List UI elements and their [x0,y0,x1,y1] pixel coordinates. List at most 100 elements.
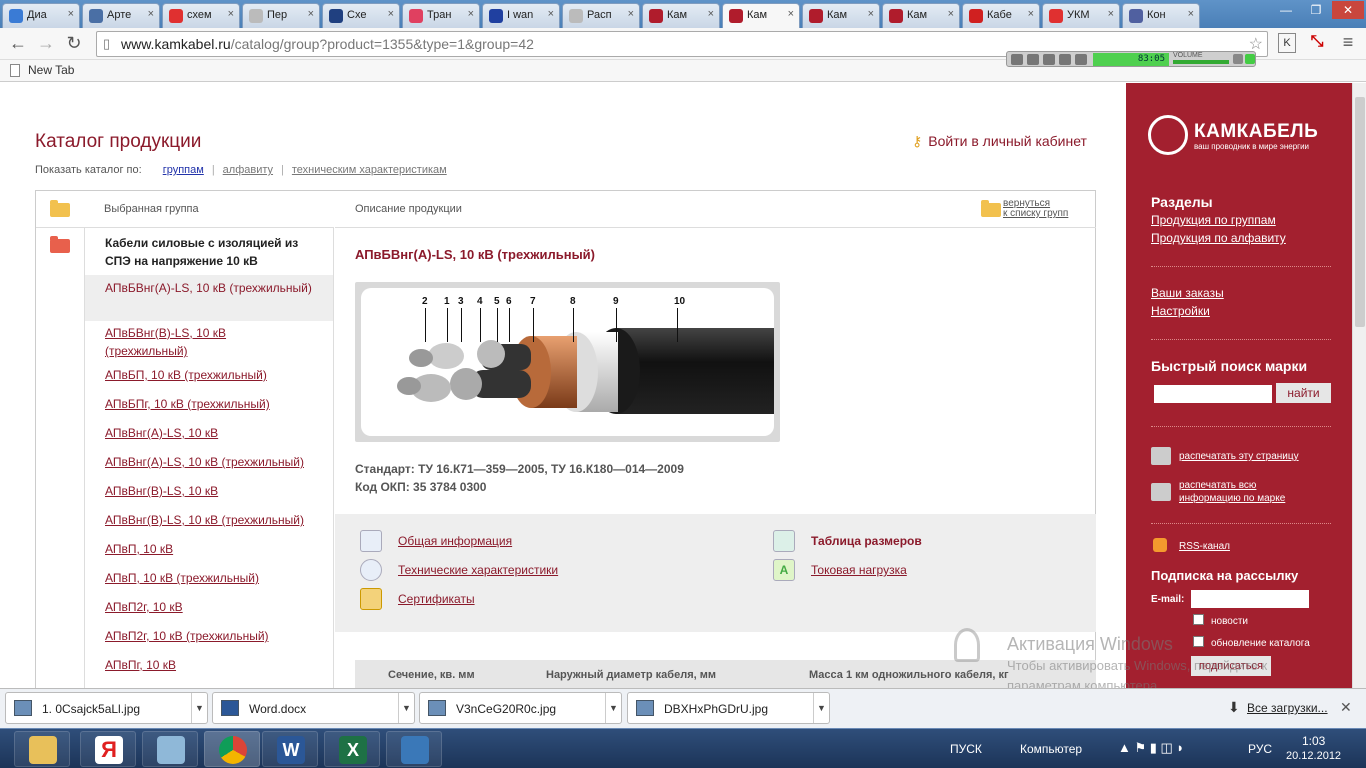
close-tab-icon[interactable]: × [148,8,154,20]
play-icon[interactable] [1027,54,1039,65]
back-icon[interactable]: ← [6,32,30,56]
taskbar-chrome[interactable] [204,731,260,767]
window-close-button[interactable]: ✕ [1332,1,1364,19]
close-tab-icon[interactable]: × [868,8,874,20]
orders-link[interactable]: Ваши заказы [1151,286,1224,300]
list-item[interactable]: АПвПг, 10 кВ [85,656,333,674]
reload-icon[interactable]: ↻ [62,32,86,56]
browser-tab[interactable]: Диа × [2,3,80,28]
browser-tab[interactable]: I wan × [482,3,560,28]
all-downloads-link[interactable]: Все загрузки... [1247,701,1328,715]
login-link[interactable]: ⚷ Войти в личный кабинет [912,133,1087,150]
browser-tab[interactable]: Кам × [642,3,720,28]
general-info-link[interactable]: Общая информация [398,534,512,548]
by-alphabet-link[interactable]: Продукция по алфавиту [1151,231,1286,245]
list-item[interactable]: АПвВнг(В)-LS, 10 кВ (трехжильный) [85,511,333,529]
page-scrollbar[interactable] [1352,83,1366,688]
certificate-icon[interactable] [360,588,382,610]
prev-icon[interactable] [1011,54,1023,65]
stop-icon[interactable] [1059,54,1071,65]
clock-date[interactable]: 20.12.2012 [1286,750,1341,762]
list-item[interactable]: АПвП2г, 10 кВ [85,598,333,616]
menu-icon[interactable]: ≡ [1336,32,1360,54]
close-download-bar-icon[interactable]: ✕ [1340,699,1352,716]
download-item[interactable]: V3nCeG20R0c.jpg ▼ [419,692,622,724]
ampere-icon[interactable]: A [773,559,795,581]
kamkabel-logo[interactable]: КАМКАБЕЛЬ ваш проводник в мире энергии [1148,115,1333,155]
settings-link[interactable]: Настройки [1151,304,1210,318]
close-tab-icon[interactable]: × [548,8,554,20]
player-power-icon[interactable] [1245,54,1255,64]
show-by-specs-link[interactable]: техническим характеристикам [292,164,447,176]
browser-tab[interactable]: Арте × [82,3,160,28]
close-tab-icon[interactable]: × [1108,8,1114,20]
tray-icons[interactable]: ▲ ⚑ ▮ ◫ ◗ [1118,740,1184,756]
current-load-link[interactable]: Токовая нагрузка [811,563,907,577]
by-groups-link[interactable]: Продукция по группам [1151,213,1276,227]
list-item[interactable]: АПвБВнг(В)-LS, 10 кВ (трехжильный) [85,324,285,360]
browser-tab[interactable]: схем × [162,3,240,28]
rss-icon[interactable] [1153,538,1167,552]
start-label[interactable]: ПУСК [950,742,982,756]
ruler-icon[interactable] [773,530,795,552]
browser-tab[interactable]: Пер × [242,3,320,28]
close-tab-icon[interactable]: × [308,8,314,20]
list-item[interactable]: АПвВнг(А)-LS, 10 кВ (трехжильный) [85,453,333,471]
player-option-icon[interactable] [1233,54,1243,64]
close-tab-icon[interactable]: × [388,8,394,20]
list-item-current[interactable]: АПвБВнг(А)-LS, 10 кВ (трехжильный) [85,275,333,321]
list-item[interactable]: АПвП, 10 кВ (трехжильный) [85,569,333,587]
next-icon[interactable] [1075,54,1087,65]
gauge-icon[interactable] [360,559,382,581]
close-tab-icon[interactable]: × [628,8,634,20]
browser-tab[interactable]: Тран × [402,3,480,28]
extension-red-icon[interactable]: ⤡ [1306,33,1328,53]
print-page-link[interactable]: распечатать эту страницу [1179,450,1299,463]
download-item[interactable]: DBXHxPhGDrU.jpg ▼ [627,692,830,724]
bookmark-new-tab[interactable]: New Tab [28,63,74,77]
close-tab-icon[interactable]: × [1028,8,1034,20]
print-all-link[interactable]: распечатать всю информацию по марке [1179,479,1285,505]
tech-specs-link[interactable]: Технические характеристики [398,563,558,577]
document-icon[interactable] [360,530,382,552]
taskbar-explorer[interactable] [14,731,70,767]
maximize-button[interactable]: ❐ [1302,1,1330,19]
browser-tab[interactable]: Кам × [882,3,960,28]
download-item[interactable]: 1. 0Csajck5aLl.jpg ▼ [5,692,208,724]
chevron-down-icon[interactable]: ▼ [398,693,414,723]
close-tab-icon[interactable]: × [468,8,474,20]
browser-tab[interactable]: Кабе × [962,3,1040,28]
close-tab-icon[interactable]: × [1188,8,1194,20]
browser-tab[interactable]: Кам × [722,3,800,29]
catalog-update-checkbox[interactable] [1193,636,1204,647]
news-checkbox[interactable] [1193,614,1204,625]
list-item[interactable]: АПвП2г, 10 кВ (трехжильный) [85,627,333,645]
printer-icon[interactable] [1151,483,1171,501]
download-item[interactable]: Word.docx ▼ [212,692,415,724]
volume-slider[interactable] [1173,60,1229,64]
browser-tab[interactable]: Кон × [1122,3,1200,28]
minimize-button[interactable]: — [1272,1,1300,19]
show-by-alphabet-link[interactable]: алфавиту [223,164,273,176]
list-item[interactable]: АПвВнг(А)-LS, 10 кВ [85,424,333,442]
taskbar-notepad[interactable] [142,731,198,767]
forward-icon[interactable]: → [34,32,58,56]
browser-tab[interactable]: Схе × [322,3,400,28]
back-to-groups-link[interactable]: вернуться к списку групп [1003,199,1068,219]
close-tab-icon[interactable]: × [788,8,794,20]
show-by-groups-link[interactable]: группам [163,164,204,176]
printer-icon[interactable] [1151,447,1171,465]
extension-k-icon[interactable]: K [1278,33,1296,53]
back-folder-icon[interactable] [981,200,1001,217]
list-item[interactable]: АПвП, 10 кВ [85,540,333,558]
taskbar-photos[interactable] [386,731,442,767]
certificates-link[interactable]: Сертификаты [398,592,475,606]
list-item[interactable]: АПвБПг, 10 кВ (трехжильный) [85,395,333,413]
taskbar-word[interactable]: W [262,731,318,767]
language-indicator[interactable]: РУС [1248,742,1272,756]
computer-label[interactable]: Компьютер [1020,742,1082,756]
browser-tab[interactable]: УКМ × [1042,3,1120,28]
taskbar-excel[interactable]: X [324,731,380,767]
clock-time[interactable]: 1:03 [1302,734,1325,748]
close-tab-icon[interactable]: × [68,8,74,20]
